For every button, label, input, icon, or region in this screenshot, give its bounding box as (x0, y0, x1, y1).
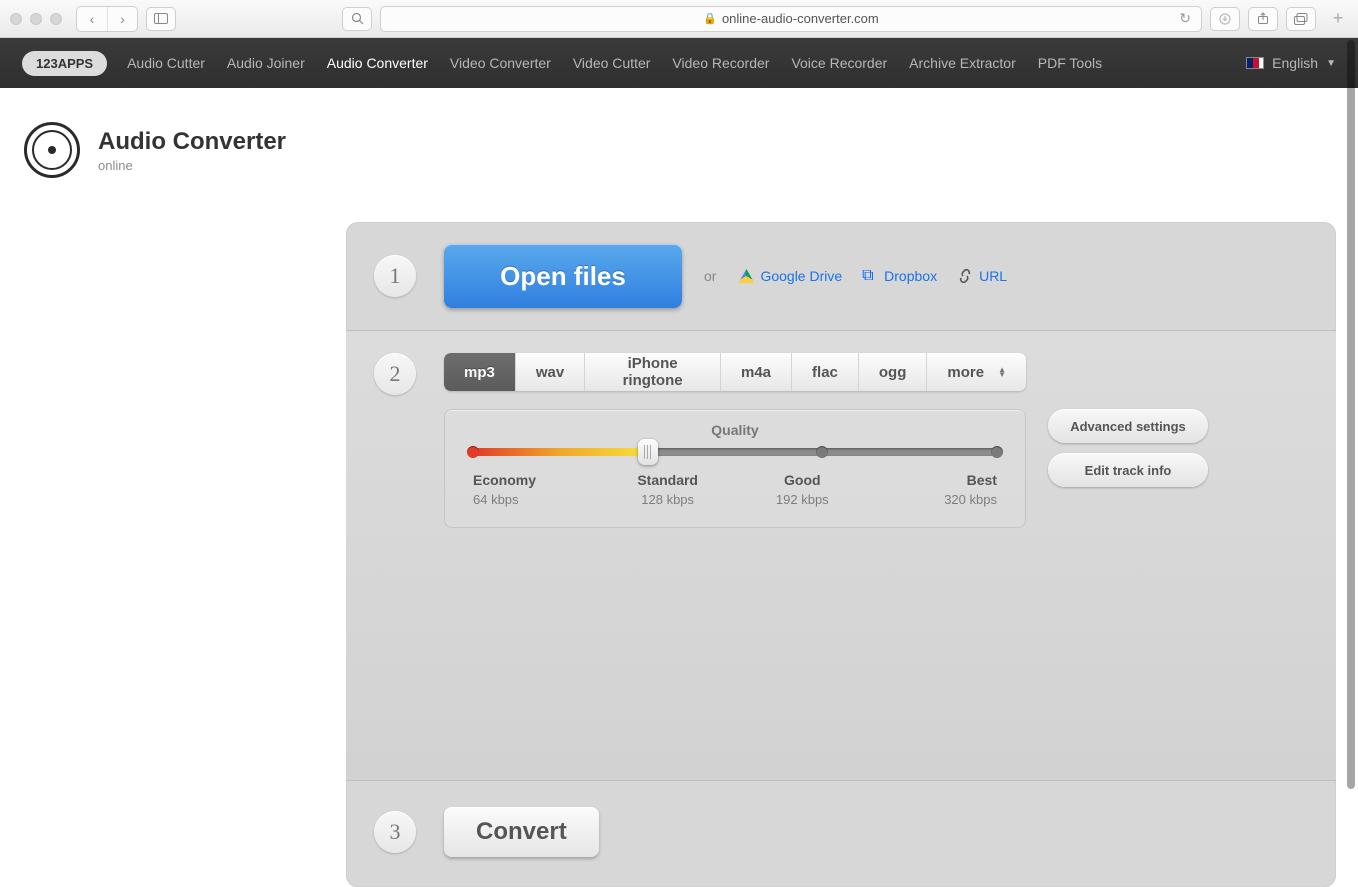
back-button[interactable]: ‹ (77, 7, 107, 31)
nav-item-video-cutter[interactable]: Video Cutter (573, 55, 651, 71)
dropbox-label: Dropbox (884, 268, 937, 284)
tab-more[interactable]: more ▲▼ (926, 353, 1026, 391)
url-label: URL (979, 268, 1007, 284)
chevron-down-icon: ▼ (1326, 58, 1336, 69)
language-label: English (1272, 55, 1318, 71)
slider-handle[interactable] (638, 439, 658, 465)
page-subtitle: online (98, 158, 286, 173)
dropbox-link[interactable]: ⧉ Dropbox (862, 268, 937, 284)
nav-item-archive-extractor[interactable]: Archive Extractor (909, 55, 1016, 71)
section-format: 2 mp3 wav iPhone ringtone m4a flac ogg m… (346, 331, 1336, 781)
browser-chrome: ‹ › 🔒 online-audio-converter.com ↻ + (0, 0, 1358, 38)
tab-flac[interactable]: flac (791, 353, 858, 391)
slider-stop-economy[interactable] (467, 446, 479, 458)
scrollbar[interactable] (1347, 40, 1355, 854)
slider-stop-best[interactable] (991, 446, 1003, 458)
quality-slider[interactable] (473, 448, 997, 456)
share-icon[interactable] (1248, 7, 1278, 31)
sidebar-icon[interactable] (146, 7, 176, 31)
tab-mp3[interactable]: mp3 (444, 353, 515, 391)
downloads-icon[interactable] (1210, 7, 1240, 31)
language-selector[interactable]: English ▼ (1246, 55, 1336, 71)
flag-uk-icon (1246, 57, 1264, 69)
nav-item-pdf-tools[interactable]: PDF Tools (1038, 55, 1102, 71)
nav-item-voice-recorder[interactable]: Voice Recorder (791, 55, 887, 71)
step-number-2: 2 (374, 353, 416, 395)
zoom-window-icon[interactable] (50, 13, 62, 25)
disc-icon (24, 122, 80, 178)
search-icon[interactable] (342, 7, 372, 31)
edit-track-info-button[interactable]: Edit track info (1048, 453, 1208, 487)
advanced-settings-button[interactable]: Advanced settings (1048, 409, 1208, 443)
address-bar[interactable]: 🔒 online-audio-converter.com ↻ (380, 6, 1202, 32)
brand-pill[interactable]: 123APPS (22, 51, 107, 76)
nav-item-audio-cutter[interactable]: Audio Cutter (127, 55, 205, 71)
forward-button[interactable]: › (107, 7, 137, 31)
section-convert: 3 Convert (346, 781, 1336, 887)
page-header: Audio Converter online (0, 88, 1358, 178)
link-icon (957, 269, 973, 283)
window-controls (10, 13, 62, 25)
nav-item-video-recorder[interactable]: Video Recorder (672, 55, 769, 71)
tabs-icon[interactable] (1286, 7, 1316, 31)
quality-name-standard: Standard (608, 472, 728, 488)
quality-rate-economy: 64 kbps (473, 492, 593, 507)
google-drive-label: Google Drive (760, 268, 842, 284)
tab-iphone-ringtone[interactable]: iPhone ringtone (584, 353, 720, 391)
open-files-button[interactable]: Open files (444, 244, 682, 308)
nav-item-video-converter[interactable]: Video Converter (450, 55, 551, 71)
tab-wav[interactable]: wav (515, 353, 584, 391)
url-link[interactable]: URL (957, 268, 1007, 284)
slider-stop-good[interactable] (816, 446, 828, 458)
lock-icon: 🔒 (703, 12, 717, 25)
tab-m4a[interactable]: m4a (720, 353, 791, 391)
quality-rate-good: 192 kbps (742, 492, 862, 507)
nav-item-audio-joiner[interactable]: Audio Joiner (227, 55, 305, 71)
page-title: Audio Converter (98, 128, 286, 156)
slider-fill (473, 448, 647, 456)
tab-more-label: more (947, 364, 984, 381)
quality-rate-standard: 128 kbps (608, 492, 728, 507)
tab-ogg[interactable]: ogg (858, 353, 927, 391)
convert-button[interactable]: Convert (444, 807, 599, 857)
step-number-1: 1 (374, 255, 416, 297)
section-open: 1 Open files or Google Drive ⧉ Dropbox (346, 222, 1336, 331)
top-nav: 123APPS Audio Cutter Audio Joiner Audio … (0, 38, 1358, 88)
close-window-icon[interactable] (10, 13, 22, 25)
format-tabs: mp3 wav iPhone ringtone m4a flac ogg mor… (444, 353, 1026, 391)
step-number-3: 3 (374, 811, 416, 853)
dropbox-icon: ⧉ (862, 269, 878, 283)
new-tab-button[interactable]: + (1328, 8, 1348, 29)
quality-name-best: Best (877, 472, 997, 488)
quality-name-good: Good (742, 472, 862, 488)
quality-rate-best: 320 kbps (877, 492, 997, 507)
nav-item-audio-converter[interactable]: Audio Converter (327, 55, 428, 71)
quality-title: Quality (473, 422, 997, 438)
google-drive-link[interactable]: Google Drive (738, 268, 842, 284)
or-text: or (704, 268, 716, 284)
sort-arrows-icon: ▲▼ (998, 367, 1006, 377)
quality-name-economy: Economy (473, 472, 593, 488)
url-text: online-audio-converter.com (722, 11, 879, 26)
reload-icon[interactable]: ↻ (1179, 10, 1191, 27)
google-drive-icon (738, 269, 754, 283)
quality-box: Quality Economy 64 kbps (444, 409, 1026, 528)
scrollbar-thumb[interactable] (1347, 40, 1355, 789)
main-panel: 1 Open files or Google Drive ⧉ Dropbox (346, 222, 1336, 887)
minimize-window-icon[interactable] (30, 13, 42, 25)
